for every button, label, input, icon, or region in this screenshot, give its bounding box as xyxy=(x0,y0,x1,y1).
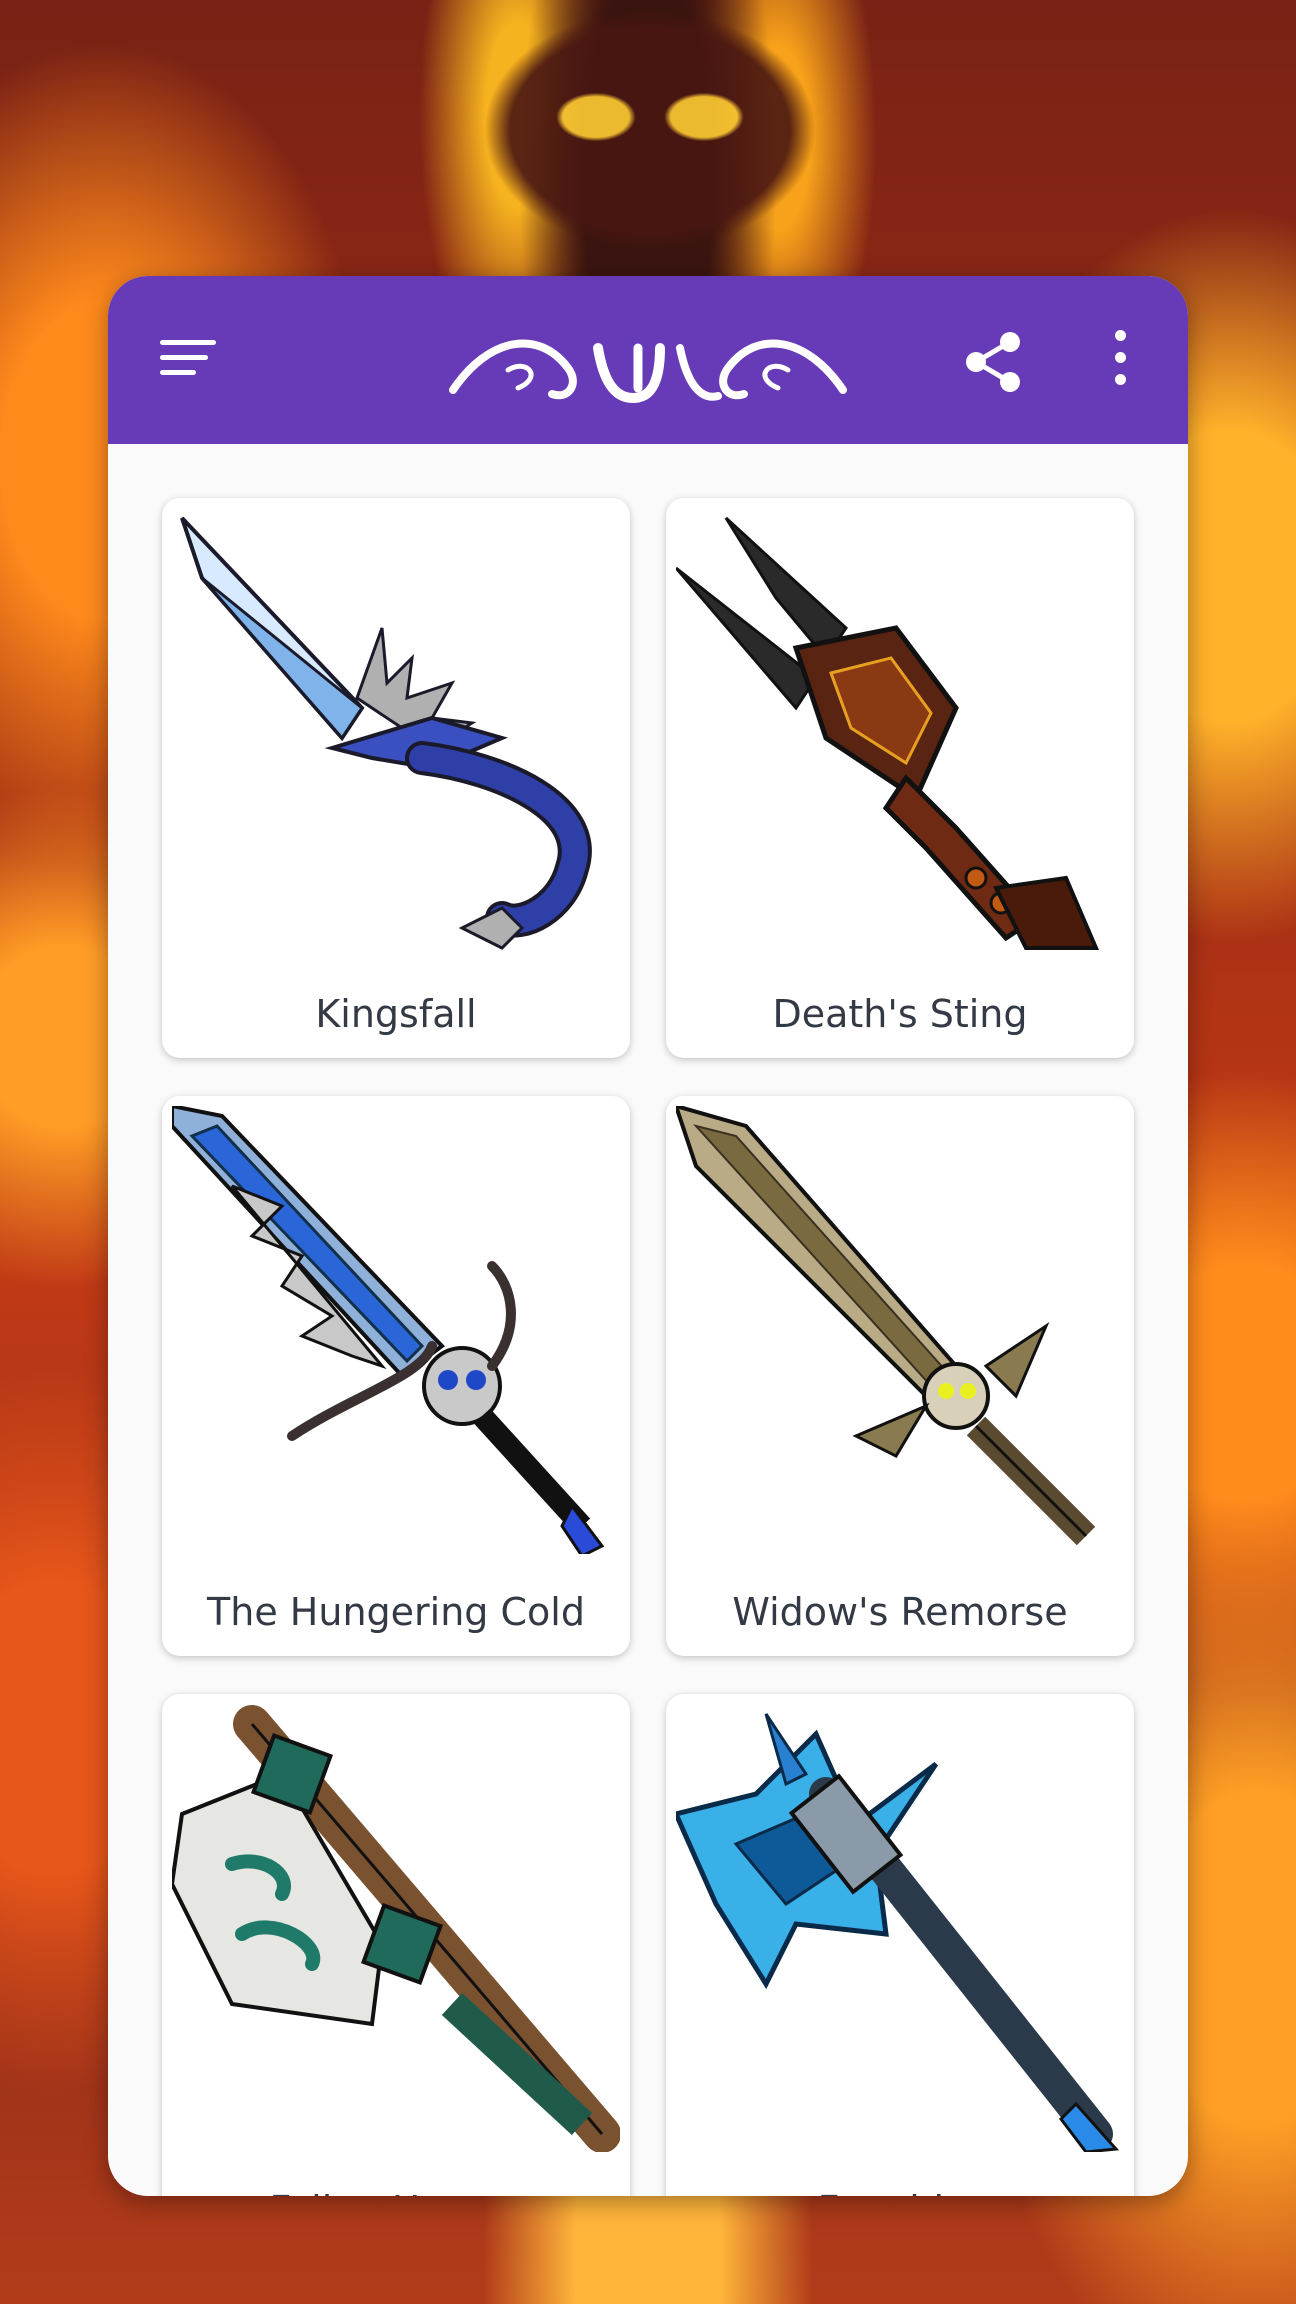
grid-item-kingsfall[interactable]: Kingsfall xyxy=(162,498,630,1058)
grid-item-axe-2[interactable]: Frostbite xyxy=(666,1694,1134,2196)
ice-sword-image xyxy=(180,516,592,950)
app-bar xyxy=(108,276,1188,444)
item-title: Death's Sting xyxy=(772,992,1028,1036)
share-icon[interactable] xyxy=(964,330,1024,394)
item-title: Fallen Hunter xyxy=(162,2188,630,2196)
grid-item-deaths-sting[interactable]: Death's Sting xyxy=(666,498,1134,1058)
app-window: Kingsfall Death's Sting The Hungering Co… xyxy=(108,276,1188,2196)
skull-bronze-sword-image xyxy=(676,1106,1096,1546)
item-title: Frostbite xyxy=(666,2188,1134,2196)
item-title: The Hungering Cold xyxy=(207,1590,585,1634)
item-title: Kingsfall xyxy=(315,992,477,1036)
menu-icon[interactable] xyxy=(160,340,216,380)
frost-skull-sword-image xyxy=(172,1106,605,1554)
grid-item-widows-remorse[interactable]: Widow's Remorse xyxy=(666,1096,1134,1656)
grid-item-axe-1[interactable]: Fallen Hunter xyxy=(162,1694,630,2196)
grid-item-hungering-cold[interactable]: The Hungering Cold xyxy=(162,1096,630,1656)
stone-axe-image xyxy=(172,1705,620,2152)
ice-axe-image xyxy=(676,1713,1120,2152)
item-title: Widow's Remorse xyxy=(732,1590,1068,1634)
dark-trident-sword-image xyxy=(676,516,1100,950)
more-vert-icon[interactable] xyxy=(1108,330,1132,394)
background-art xyxy=(470,0,830,260)
calligraphy-logo xyxy=(449,339,847,404)
